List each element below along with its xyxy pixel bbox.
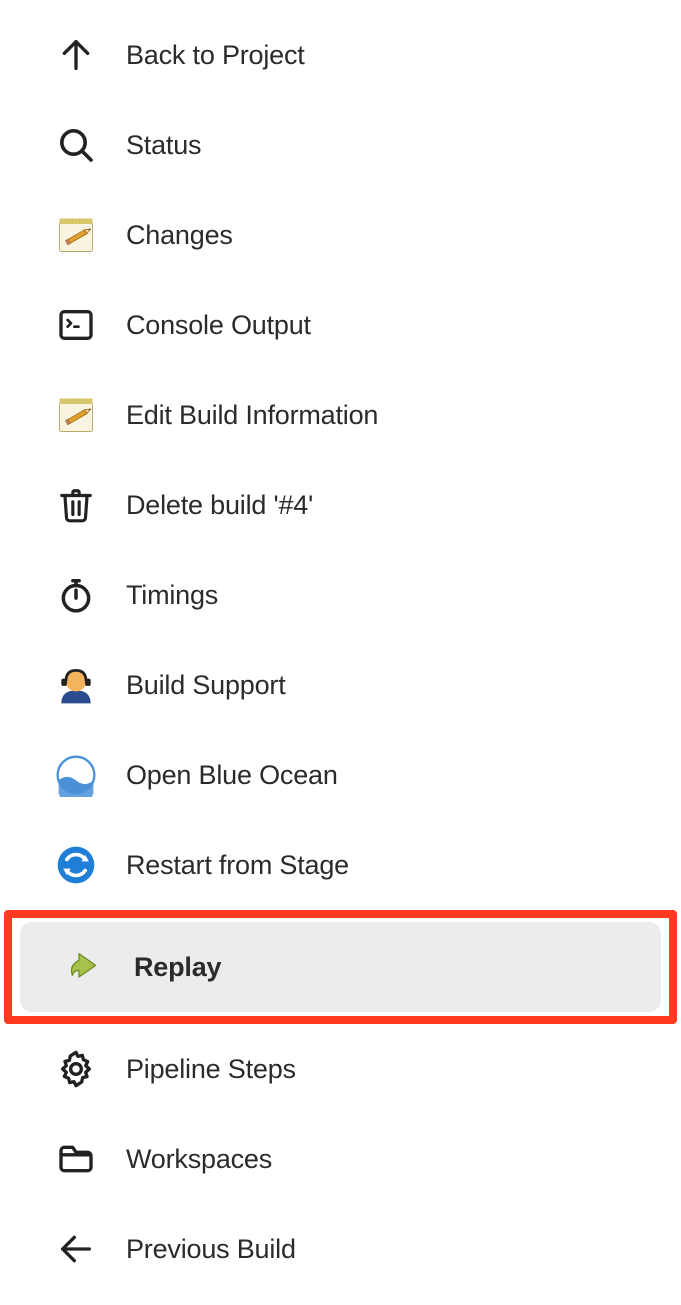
menu-item-label: Delete build '#4' [126, 490, 313, 521]
notepad-pencil-icon [52, 391, 100, 439]
menu-item-back-to-project[interactable]: Back to Project [12, 10, 669, 100]
menu-item-label: Edit Build Information [126, 400, 378, 431]
menu-item-console-output[interactable]: Console Output [12, 280, 669, 370]
menu-item-label: Status [126, 130, 201, 161]
menu-item-label: Changes [126, 220, 233, 251]
menu-item-replay[interactable]: Replay [20, 922, 661, 1012]
restart-icon [52, 841, 100, 889]
support-avatar-icon [52, 661, 100, 709]
menu-item-label: Open Blue Ocean [126, 760, 338, 791]
trash-icon [52, 481, 100, 529]
menu-item-status[interactable]: Status [12, 100, 669, 190]
menu-item-label: Workspaces [126, 1144, 272, 1175]
menu-item-open-blue-ocean[interactable]: Open Blue Ocean [12, 730, 669, 820]
menu-item-workspaces[interactable]: Workspaces [12, 1114, 669, 1204]
menu-item-label: Previous Build [126, 1234, 296, 1265]
arrow-up-icon [52, 31, 100, 79]
menu-item-label: Console Output [126, 310, 311, 341]
sidebar-menu: Back to Project Status [0, 0, 681, 1304]
gear-icon [52, 1045, 100, 1093]
menu-item-changes[interactable]: Changes [12, 190, 669, 280]
terminal-icon [52, 301, 100, 349]
menu-item-restart-from-stage[interactable]: Restart from Stage [12, 820, 669, 910]
menu-item-label: Restart from Stage [126, 850, 349, 881]
notepad-pencil-icon [52, 211, 100, 259]
search-icon [52, 121, 100, 169]
menu-item-label: Back to Project [126, 40, 305, 71]
replay-arrow-icon [60, 943, 108, 991]
highlighted-frame: Replay [4, 910, 677, 1024]
menu-item-label: Pipeline Steps [126, 1054, 296, 1085]
menu-item-delete-build[interactable]: Delete build '#4' [12, 460, 669, 550]
stopwatch-icon [52, 571, 100, 619]
menu-item-label: Timings [126, 580, 218, 611]
blue-ocean-icon [52, 751, 100, 799]
folder-icon [52, 1135, 100, 1183]
menu-item-build-support[interactable]: Build Support [12, 640, 669, 730]
menu-item-previous-build[interactable]: Previous Build [12, 1204, 669, 1294]
menu-item-label: Replay [134, 952, 221, 983]
menu-item-pipeline-steps[interactable]: Pipeline Steps [12, 1024, 669, 1114]
menu-item-timings[interactable]: Timings [12, 550, 669, 640]
arrow-left-icon [52, 1225, 100, 1273]
menu-item-edit-build-information[interactable]: Edit Build Information [12, 370, 669, 460]
menu-item-label: Build Support [126, 670, 286, 701]
